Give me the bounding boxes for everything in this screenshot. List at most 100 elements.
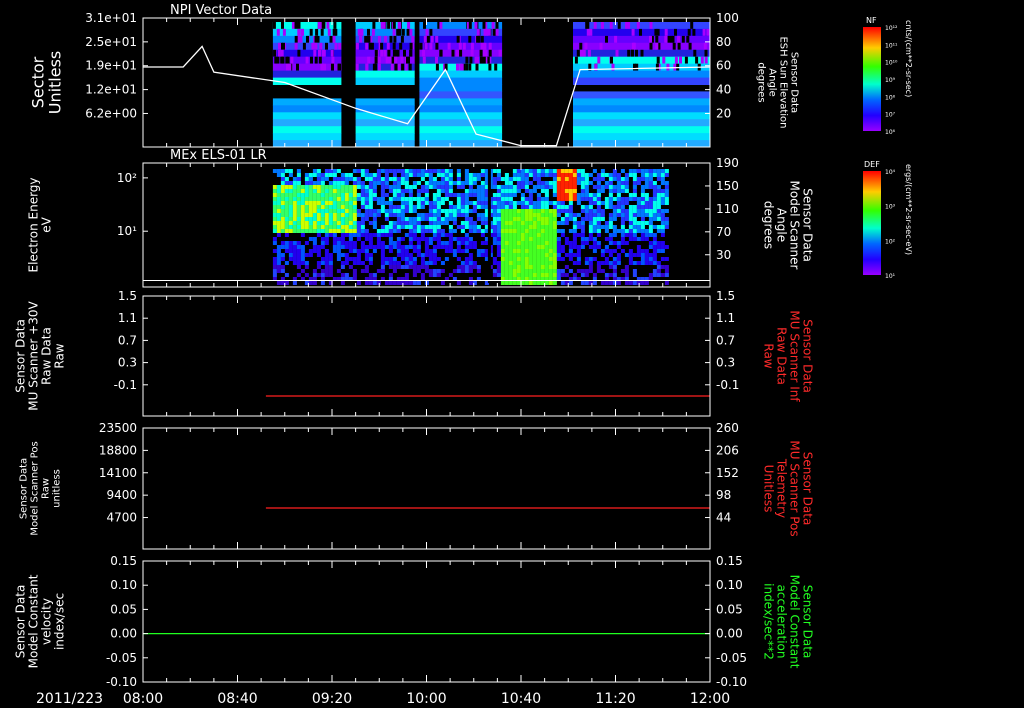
- els-heatmap-cell: [460, 197, 465, 201]
- els-heatmap-cell: [640, 233, 645, 237]
- els-heatmap-cell: [316, 261, 321, 265]
- els-heatmap-cell: [392, 197, 397, 201]
- els-heatmap-cell: [552, 169, 557, 173]
- npi-heatmap-row: [355, 133, 415, 141]
- els-heatmap-cell: [640, 201, 645, 205]
- els-heatmap-cell: [604, 273, 609, 277]
- els-heatmap-cell: [360, 233, 365, 237]
- els-heatmap-cell: [600, 261, 605, 265]
- els-heatmap-cell: [280, 181, 285, 185]
- els-heatmap-cell: [388, 225, 393, 229]
- els-heatmap-cell: [276, 205, 281, 209]
- els-heatmap-cell: [344, 241, 349, 245]
- els-heatmap-cell: [304, 205, 309, 209]
- els-heatmap-cell: [468, 221, 473, 225]
- left-tick-label: 0.3: [118, 356, 137, 370]
- els-heatmap-cell: [592, 185, 597, 189]
- els-heatmap-cell: [348, 245, 353, 249]
- els-heatmap-cell: [508, 209, 513, 213]
- npi-heatmap-cell: [318, 56, 322, 64]
- els-heatmap-cell: [296, 225, 301, 229]
- els-heatmap-cell: [664, 193, 669, 197]
- els-heatmap-cell: [552, 173, 557, 177]
- els-heatmap-cell: [656, 269, 661, 273]
- els-heatmap-cell: [532, 209, 537, 213]
- els-heatmap-cell: [376, 229, 381, 233]
- els-heatmap-cell: [664, 221, 669, 225]
- els-heatmap-cell: [580, 193, 585, 197]
- els-heatmap-cell: [292, 249, 297, 253]
- npi-heatmap-cell: [387, 22, 391, 29]
- els-heatmap-cell: [320, 221, 325, 225]
- els-heatmap-cell: [456, 265, 461, 269]
- els-heatmap-cell: [408, 221, 413, 225]
- els-heatmap-cell: [540, 205, 545, 209]
- els-heatmap-cell: [392, 185, 397, 189]
- els-heatmap-cell: [640, 189, 645, 193]
- els-heatmap-cell: [508, 177, 513, 181]
- els-heatmap-cell: [600, 249, 605, 253]
- els-heatmap-cell: [396, 265, 401, 269]
- els-heatmap-cell: [604, 237, 609, 241]
- els-heatmap-cell: [432, 205, 437, 209]
- els-heatmap-cell: [376, 209, 381, 213]
- els-heatmap-cell: [536, 229, 541, 233]
- els-heatmap-cell: [412, 181, 417, 185]
- els-heatmap-cell: [324, 229, 329, 233]
- els-heatmap-cell: [396, 213, 401, 217]
- els-heatmap-cell: [504, 233, 509, 237]
- left-tick-label: 1.1: [118, 311, 137, 325]
- els-heatmap-cell: [536, 261, 541, 265]
- left-axis-label: Sensor Data Model Constant velocity index/s…: [14, 574, 67, 668]
- els-heatmap-cell: [652, 209, 657, 213]
- els-heatmap-cell: [360, 213, 365, 217]
- els-heatmap-cell: [644, 181, 649, 185]
- els-heatmap-cell: [276, 225, 281, 229]
- els-heatmap-cell: [328, 189, 333, 193]
- els-heatmap-cell: [340, 241, 345, 245]
- els-heatmap-cell: [324, 185, 329, 189]
- els-heatmap-cell: [364, 253, 369, 257]
- npi-heatmap-cell: [693, 49, 697, 57]
- els-heatmap-cell: [548, 261, 553, 265]
- els-heatmap-cell: [536, 237, 541, 241]
- npi-heatmap-cell: [679, 56, 682, 64]
- els-heatmap-cell: [412, 281, 417, 285]
- els-heatmap-cell: [584, 241, 589, 245]
- npi-heatmap-cell: [294, 22, 298, 29]
- els-heatmap-cell: [664, 257, 669, 261]
- els-heatmap-cell: [396, 261, 401, 265]
- els-heatmap-cell: [328, 193, 333, 197]
- els-heatmap-cell: [348, 233, 353, 237]
- right-axis-label-line: Telemetry: [775, 458, 789, 518]
- els-heatmap-cell: [508, 185, 513, 189]
- els-heatmap-cell: [320, 177, 325, 181]
- els-heatmap-cell: [328, 269, 333, 273]
- els-heatmap-cell: [344, 197, 349, 201]
- npi-heatmap-cell: [487, 28, 491, 36]
- els-heatmap-cell: [568, 257, 573, 261]
- els-heatmap-cell: [596, 201, 601, 205]
- els-heatmap-cell: [428, 273, 433, 277]
- els-heatmap-cell: [608, 237, 613, 241]
- els-heatmap-cell: [552, 205, 557, 209]
- npi-heatmap-cell: [451, 49, 455, 57]
- els-heatmap-cell: [428, 181, 433, 185]
- els-heatmap-cell: [552, 213, 557, 217]
- els-heatmap-cell: [592, 177, 597, 181]
- left-axis-label-line: Model Constant: [27, 574, 41, 668]
- els-heatmap-cell: [532, 265, 537, 269]
- els-heatmap-cell: [276, 173, 281, 177]
- els-heatmap-cell: [536, 257, 541, 261]
- els-heatmap-cell: [348, 241, 353, 245]
- els-heatmap-cell: [380, 245, 385, 249]
- els-heatmap-cell: [500, 193, 505, 197]
- els-heatmap-cell: [496, 185, 501, 189]
- els-heatmap-cell: [412, 249, 417, 253]
- npi-heatmap-cell: [459, 49, 463, 57]
- els-heatmap-cell: [496, 237, 501, 241]
- els-heatmap-cell: [536, 281, 541, 285]
- els-heatmap-cell: [300, 197, 305, 201]
- els-heatmap-cell: [312, 169, 317, 173]
- els-heatmap-cell: [456, 225, 461, 229]
